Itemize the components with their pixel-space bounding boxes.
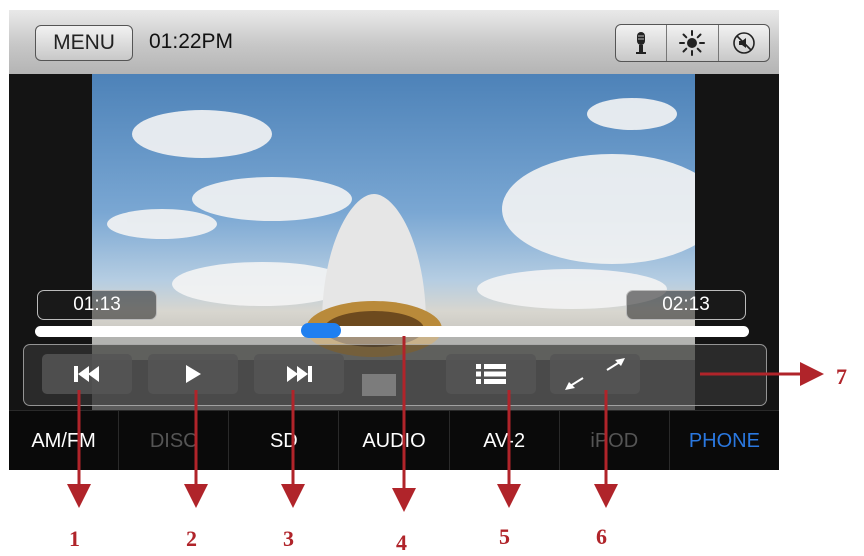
progress-bar[interactable] (35, 323, 749, 338)
playlist-button[interactable] (446, 354, 536, 394)
source-bar: AM/FM DISC SD AUDIO AV-2 iPOD PHONE (9, 410, 779, 470)
brightness-icon (679, 30, 706, 56)
callout-number: 1 (69, 526, 80, 551)
mute-button[interactable] (719, 25, 769, 61)
callout-number: 6 (596, 524, 607, 549)
progress-thumb[interactable] (301, 323, 341, 338)
play-button[interactable] (148, 354, 238, 394)
source-audio[interactable]: AUDIO (339, 411, 450, 470)
brightness-button[interactable] (667, 25, 719, 61)
menu-button[interactable]: MENU (35, 25, 133, 61)
next-track-button[interactable] (254, 354, 344, 394)
mute-icon (733, 32, 755, 54)
source-ipod: iPOD (560, 411, 670, 470)
callout-number: 5 (499, 524, 510, 549)
source-disc: DISC (119, 411, 230, 470)
previous-track-button[interactable] (42, 354, 132, 394)
callout-number: 3 (283, 526, 294, 551)
fullscreen-button[interactable] (550, 354, 640, 394)
control-panel (23, 344, 767, 406)
source-am-fm[interactable]: AM/FM (9, 411, 120, 470)
play-icon (186, 365, 201, 383)
source-phone[interactable]: PHONE (670, 411, 779, 470)
previous-track-icon (74, 366, 99, 382)
playlist-icon (476, 364, 506, 384)
top-bar: MENU 01:22PM (9, 10, 779, 75)
next-track-icon (287, 366, 312, 382)
source-av-2[interactable]: AV-2 (450, 411, 560, 470)
source-sd[interactable]: SD (229, 411, 340, 470)
top-icon-group (615, 24, 770, 62)
fullscreen-icon (565, 358, 625, 390)
microphone-icon (636, 32, 647, 54)
elapsed-time: 01:13 (37, 290, 157, 320)
callout-number: 7 (836, 364, 847, 389)
head-unit-screen: MENU 01:22PM 01:13 02:13 AM/FM DISC SD A… (9, 10, 779, 470)
clock: 01:22PM (149, 30, 234, 53)
callout-number: 4 (396, 530, 407, 555)
microphone-button[interactable] (616, 25, 668, 61)
callout-number: 2 (186, 526, 197, 551)
total-time: 02:13 (626, 290, 746, 320)
